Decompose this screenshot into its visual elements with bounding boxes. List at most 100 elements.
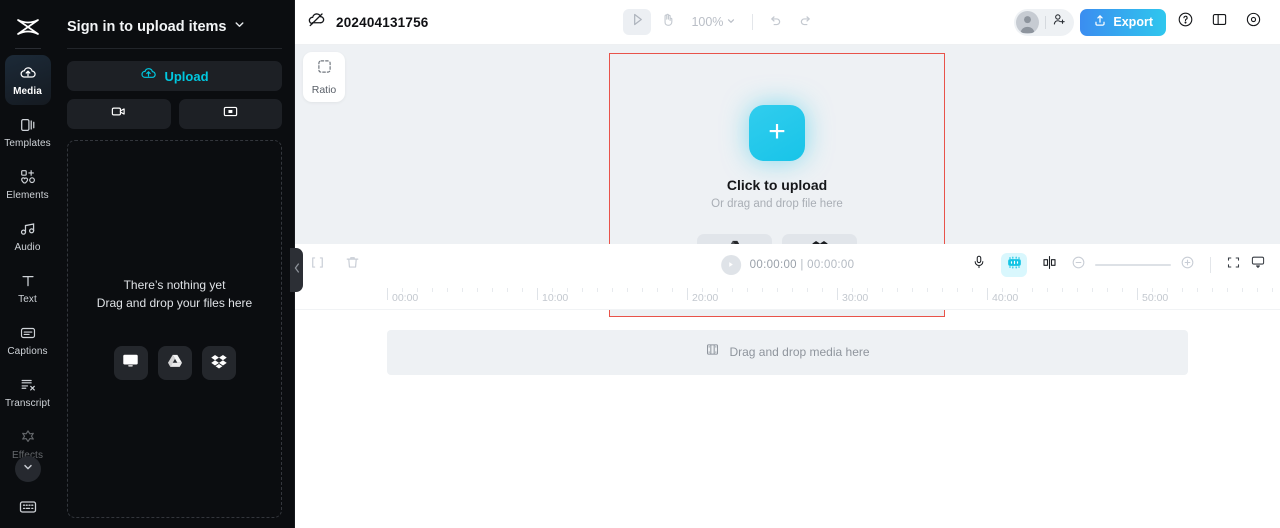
ruler-tick xyxy=(597,287,598,292)
help-button[interactable] xyxy=(1172,9,1200,35)
record-screen-button[interactable] xyxy=(178,99,282,129)
export-upload-icon xyxy=(1093,13,1107,32)
ruler-tick xyxy=(1242,287,1243,292)
zoom-slider[interactable] xyxy=(1095,263,1171,266)
project-info[interactable]: 202404131756 xyxy=(307,10,429,34)
playback-controls: 00:00:00 | 00:00:00 xyxy=(720,254,855,275)
ruler-tick xyxy=(582,287,583,292)
project-title: 202404131756 xyxy=(336,14,429,30)
fit-screen-button[interactable] xyxy=(1226,255,1241,275)
ruler-tick xyxy=(1107,287,1108,292)
settings-gear-icon xyxy=(1245,11,1262,33)
sidebar-item-text[interactable]: Text xyxy=(5,263,51,313)
ruler-tick xyxy=(927,287,928,292)
top-toolbar: 202404131756 100% Export xyxy=(295,0,1280,45)
account-group[interactable] xyxy=(1014,8,1075,36)
delete-button[interactable] xyxy=(344,254,361,276)
ruler-tick xyxy=(1227,287,1228,292)
source-device-button[interactable] xyxy=(113,346,148,380)
mirror-split-button[interactable] xyxy=(1036,253,1062,277)
ruler-tick xyxy=(852,287,853,292)
sidebar-item-transcript[interactable]: Transcript xyxy=(5,367,51,417)
upload-button[interactable]: Upload xyxy=(67,61,282,91)
sidebar-item-label: Text xyxy=(18,293,37,305)
ruler-tick xyxy=(912,287,913,292)
settings-button[interactable] xyxy=(1240,9,1268,35)
sidebar-item-captions[interactable]: Captions xyxy=(5,315,51,365)
ruler-tick xyxy=(942,287,943,292)
keyboard-shortcuts-button[interactable] xyxy=(18,499,38,520)
ruler-tick xyxy=(882,287,883,292)
upload-subtitle: Or drag and drop file here xyxy=(711,198,843,210)
record-video-button[interactable] xyxy=(67,99,171,129)
panel-title: Sign in to upload items xyxy=(67,19,227,35)
chevron-down-icon xyxy=(22,460,34,478)
ruler-tick xyxy=(612,287,613,292)
ruler-label: 30:00 xyxy=(842,291,869,304)
ruler-tick xyxy=(1152,287,1153,292)
hand-icon xyxy=(660,12,675,32)
play-button[interactable] xyxy=(720,254,741,275)
ruler-tick xyxy=(1032,287,1033,292)
sidebar-item-templates[interactable]: Templates xyxy=(4,107,51,157)
auto-cut-icon xyxy=(1006,255,1023,275)
microphone-button[interactable] xyxy=(966,253,992,277)
sidebar-item-elements[interactable]: Elements xyxy=(5,159,51,209)
sidebar-item-audio[interactable]: Audio xyxy=(5,211,51,261)
hand-tool-button[interactable] xyxy=(653,9,681,35)
auto-cut-button[interactable] xyxy=(1001,252,1027,277)
source-buttons xyxy=(113,346,236,380)
ruler-tick xyxy=(522,287,523,292)
ruler-label: 20:00 xyxy=(692,291,719,304)
source-dropbox-button[interactable] xyxy=(201,346,236,380)
select-tool-button[interactable] xyxy=(623,9,652,35)
audio-note-icon xyxy=(19,220,37,239)
sidebar-item-label: Media xyxy=(13,85,42,97)
undo-button[interactable] xyxy=(761,9,789,35)
effects-star-icon xyxy=(19,428,37,447)
ruler-tick xyxy=(1167,287,1168,292)
panel-header[interactable]: Sign in to upload items xyxy=(67,0,282,44)
ruler-tick xyxy=(1077,287,1078,292)
cloud-offline-icon xyxy=(307,10,326,34)
ruler-tick xyxy=(552,287,553,292)
source-google-drive-button[interactable] xyxy=(157,346,192,380)
sidebar-item-label: Captions xyxy=(7,345,48,357)
capcut-logo-icon[interactable] xyxy=(15,10,41,44)
ruler-tick xyxy=(702,287,703,292)
rail-expand-button[interactable] xyxy=(14,456,41,482)
ruler-tick xyxy=(627,287,628,292)
ruler-tick xyxy=(657,287,658,292)
layout-button[interactable] xyxy=(1206,9,1234,35)
ruler-tick xyxy=(1047,287,1048,292)
canvas-area: Ratio + Click to upload Or drag and drop… xyxy=(295,45,1280,317)
app-root: Media Templates Elements Audio Text Capt… xyxy=(0,0,1280,528)
timeline-ruler[interactable]: 00:00 10:00 20:00 30:00 40:00 50:00 xyxy=(295,285,1280,310)
ruler-tick xyxy=(1062,287,1063,292)
export-button[interactable]: Export xyxy=(1080,8,1166,36)
main-area: 202404131756 100% Export Ratio + Click t… xyxy=(295,0,1280,528)
preview-monitor-button[interactable] xyxy=(1250,254,1266,275)
panel-collapse-handle[interactable] xyxy=(290,248,303,292)
redo-button[interactable] xyxy=(791,9,819,35)
rail-divider xyxy=(14,48,41,49)
media-track-placeholder[interactable]: Drag and drop media here xyxy=(387,329,1188,375)
ruler-tick xyxy=(747,287,748,292)
ratio-button[interactable]: Ratio xyxy=(303,52,345,102)
ruler-tick xyxy=(1002,287,1003,292)
plus-icon: + xyxy=(768,114,786,148)
media-dropzone[interactable]: There’s nothing yet Drag and drop your f… xyxy=(67,140,282,518)
ruler-tick xyxy=(822,287,823,292)
zoom-in-button[interactable] xyxy=(1180,255,1195,275)
ruler-tick xyxy=(1182,287,1183,292)
split-clip-button[interactable] xyxy=(309,254,326,276)
timecode-display: 00:00:00 | 00:00:00 xyxy=(750,259,855,271)
zoom-level-selector[interactable]: 100% xyxy=(683,15,744,29)
ruler-label: 00:00 xyxy=(392,291,419,304)
ruler-tick xyxy=(762,287,763,292)
add-media-button[interactable]: + xyxy=(749,105,805,161)
ruler-tick xyxy=(1017,287,1018,292)
zoom-out-button[interactable] xyxy=(1071,255,1086,275)
sidebar-item-media[interactable]: Media xyxy=(4,55,51,105)
ruler-tick xyxy=(417,287,418,292)
